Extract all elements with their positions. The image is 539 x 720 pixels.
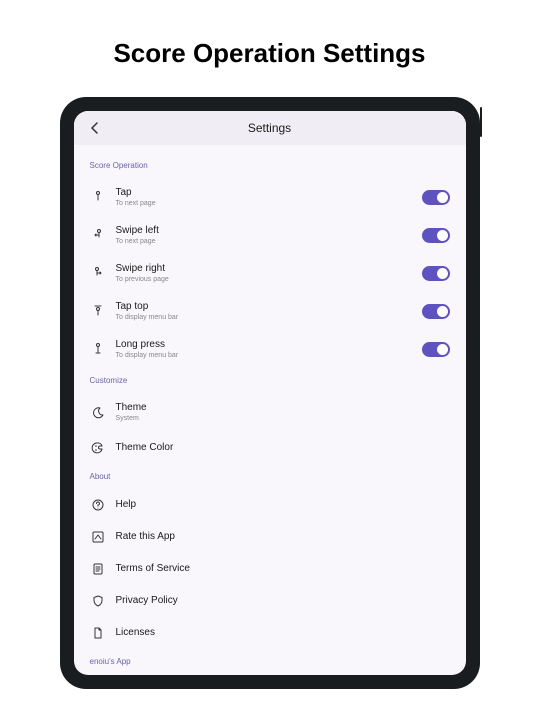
row-swipe-left[interactable]: Swipe left To next page [90,216,450,254]
toggle-long-press[interactable] [422,342,450,357]
toggle-tap[interactable] [422,190,450,205]
section-enoiu-label: enoiu's App [90,657,450,666]
swipe-right-icon [90,265,106,281]
settings-content: Score Operation Tap To next page Swipe l… [74,145,466,675]
palette-icon [90,440,106,456]
row-title: Privacy Policy [116,594,450,607]
file-icon [90,625,106,641]
row-subtitle: To next page [116,237,412,246]
row-text: Licenses [116,626,450,639]
header-title: Settings [88,121,452,135]
row-text: Swipe left To next page [116,224,412,246]
screen: Settings Score Operation Tap To next pag… [74,111,466,675]
row-subtitle: To previous page [116,275,412,284]
row-text: Privacy Policy [116,594,450,607]
back-button[interactable] [86,119,104,137]
row-subtitle: To display menu bar [116,351,412,360]
row-text: Terms of Service [116,562,450,575]
row-text: Theme Color [116,441,450,454]
long-press-icon [90,341,106,357]
toggle-swipe-right[interactable] [422,266,450,281]
row-tap[interactable]: Tap To next page [90,178,450,216]
row-subtitle: To display menu bar [116,313,412,322]
section-customize-label: Customize [90,376,450,385]
row-title: Theme Color [116,441,450,454]
row-rate-app[interactable]: Rate this App [90,521,450,553]
row-text: Long press To display menu bar [116,338,412,360]
section-score-operation-label: Score Operation [90,161,450,170]
tap-icon [90,189,106,205]
row-text: Tap top To display menu bar [116,300,412,322]
section-about-label: About [90,472,450,481]
device-frame: Settings Score Operation Tap To next pag… [60,97,480,689]
swipe-left-icon [90,227,106,243]
row-title: Theme [116,401,450,414]
row-memo-app[interactable]: Memo: Copy & Share by 1 Tap [90,674,450,675]
help-icon [90,497,106,513]
row-privacy[interactable]: Privacy Policy [90,585,450,617]
row-theme[interactable]: Theme System [90,393,450,431]
row-theme-color[interactable]: Theme Color [90,432,450,464]
row-title: Help [116,498,450,511]
document-icon [90,561,106,577]
chevron-left-icon [91,122,99,134]
row-title: Terms of Service [116,562,450,575]
row-title: Long press [116,338,412,351]
row-tap-top[interactable]: Tap top To display menu bar [90,292,450,330]
rate-icon [90,529,106,545]
row-long-press[interactable]: Long press To display menu bar [90,330,450,368]
row-title: Swipe right [116,262,412,275]
header-bar: Settings [74,111,466,145]
row-licenses[interactable]: Licenses [90,617,450,649]
page-title: Score Operation Settings [113,38,425,69]
tap-top-icon [90,303,106,319]
toggle-swipe-left[interactable] [422,228,450,243]
row-text: Help [116,498,450,511]
row-help[interactable]: Help [90,489,450,521]
row-title: Rate this App [116,530,450,543]
toggle-tap-top[interactable] [422,304,450,319]
row-title: Licenses [116,626,450,639]
row-text: Rate this App [116,530,450,543]
row-title: Tap top [116,300,412,313]
row-subtitle: System [116,414,450,423]
shield-icon [90,593,106,609]
row-text: Theme System [116,401,450,423]
row-text: Tap To next page [116,186,412,208]
row-text: Swipe right To previous page [116,262,412,284]
row-terms[interactable]: Terms of Service [90,553,450,585]
row-title: Swipe left [116,224,412,237]
moon-icon [90,405,106,421]
row-swipe-right[interactable]: Swipe right To previous page [90,254,450,292]
row-subtitle: To next page [116,199,412,208]
row-title: Tap [116,186,412,199]
